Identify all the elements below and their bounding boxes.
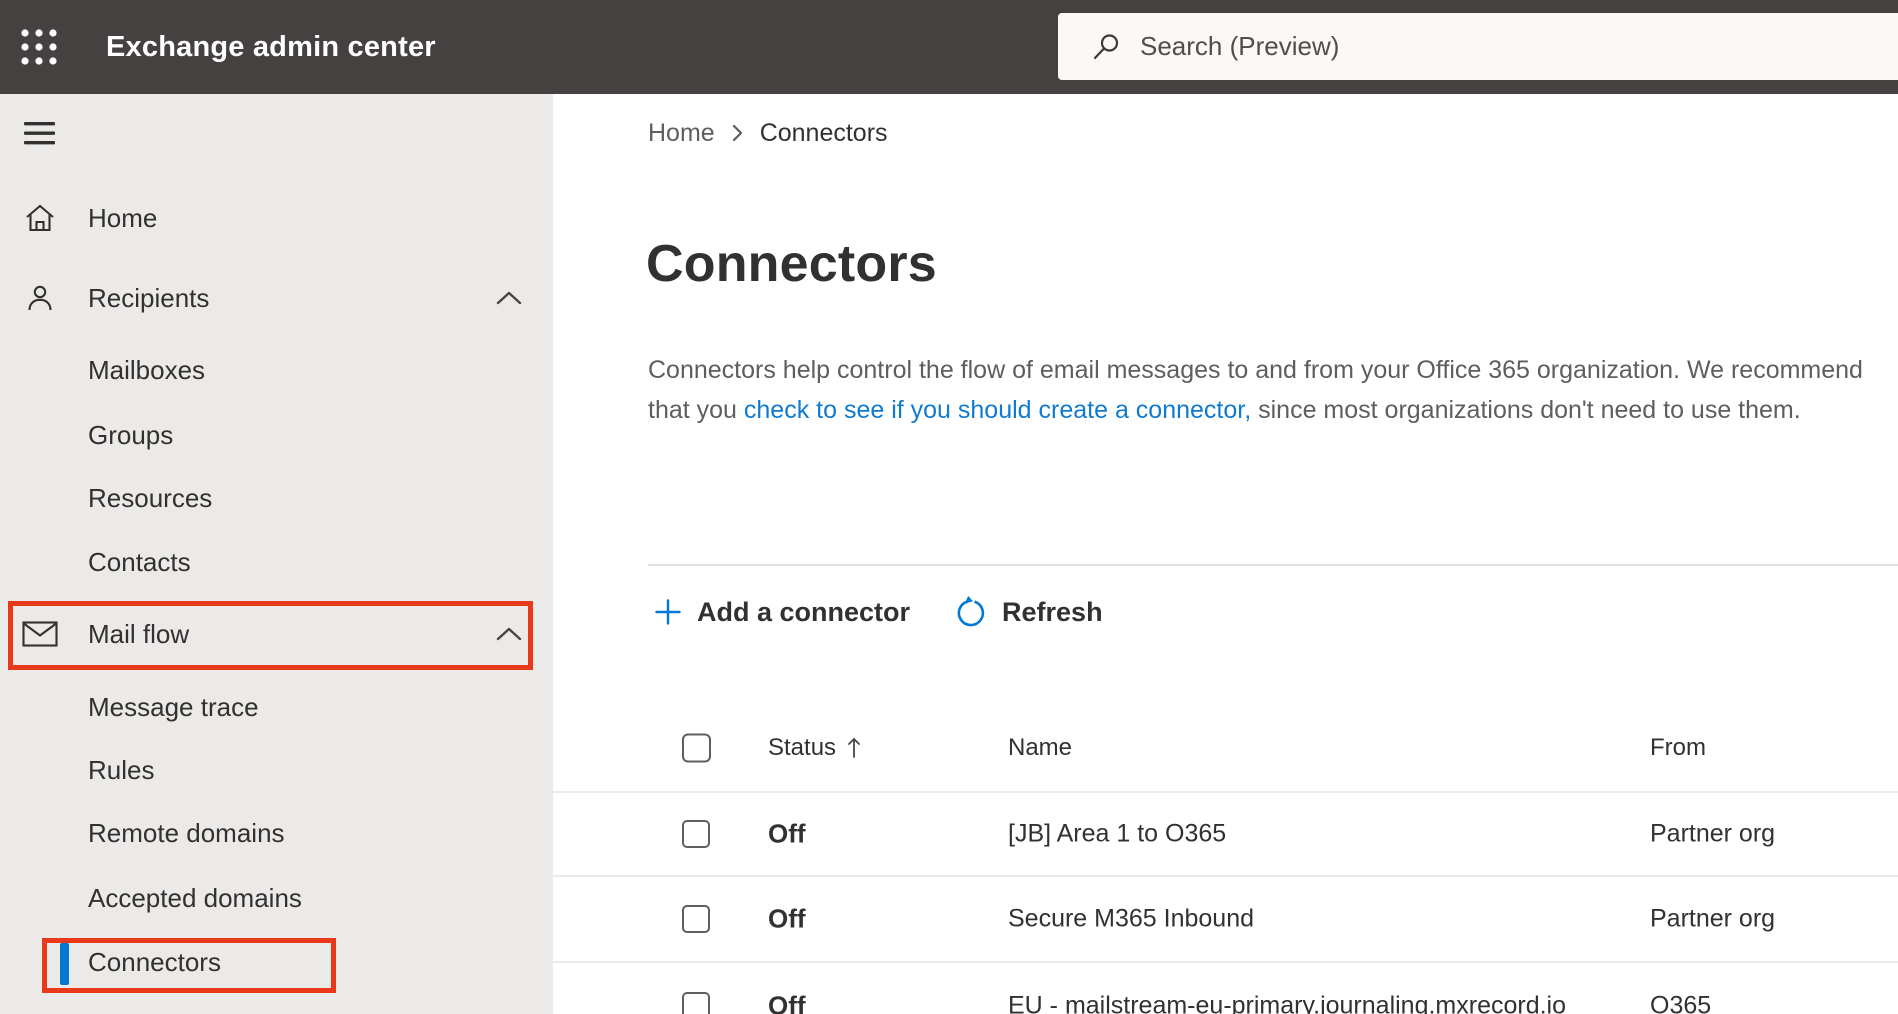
name-cell[interactable]: EU - mailstream-eu-primary.journaling.mx… [1008,992,1566,1014]
refresh-icon [954,595,988,629]
sidebar-item-label: Recipients [88,282,210,313]
chevron-right-icon [730,122,745,144]
sort-ascending-icon [846,735,862,761]
app-title: Exchange admin center [106,30,436,63]
toolbar: Add a connector Refresh [653,586,1103,638]
sidebar-item-label: Rules [88,754,155,785]
nav-collapse-button[interactable] [22,120,58,148]
table-row[interactable]: Off Secure M365 Inbound Partner org [553,877,1898,963]
select-all-checkbox[interactable] [682,733,711,762]
status-cell: Off [768,990,806,1014]
search-box[interactable]: Search (Preview) [1058,13,1898,80]
sidebar-item-remote-domains[interactable]: Remote domains [0,803,553,863]
table-header-row: Status Name From [553,704,1898,793]
breadcrumb-current: Connectors [759,118,888,147]
breadcrumb-home[interactable]: Home [648,119,715,148]
sidebar-item-groups[interactable]: Groups [0,405,553,465]
exchange-admin-center: Exchange admin center Search (Preview) H… [0,0,1898,1014]
sidebar-item-contacts[interactable]: Contacts [0,532,553,592]
sidebar-item-label: Accepted domains [88,882,302,913]
chevron-up-icon[interactable] [495,626,523,642]
sidebar-item-accepted-domains[interactable]: Accepted domains [0,868,553,928]
sidebar-item-label: Resources [88,482,213,513]
from-cell: Partner org [1650,904,1776,933]
breadcrumb: Home Connectors [648,115,888,151]
sidebar-item-home[interactable]: Home [0,188,553,248]
sidebar-item-label: Mailboxes [88,354,206,385]
sidebar-item-rules[interactable]: Rules [0,740,553,800]
sidebar-item-label: Contacts [88,546,191,577]
status-cell: Off [768,903,806,934]
sidebar-item-mailboxes[interactable]: Mailboxes [0,340,553,400]
selected-item-indicator [60,943,69,985]
app-launcher-button[interactable] [18,26,62,70]
plus-icon [653,597,683,627]
sidebar-item-label: Remote domains [88,817,285,848]
people-icon [22,282,58,314]
sidebar-item-recipients[interactable]: Recipients [0,268,553,328]
sidebar-item-connectors[interactable]: Connectors [0,932,553,992]
sidebar-item-resources[interactable]: Resources [0,468,553,528]
description-text: since most organizations don't need to u… [1251,396,1801,424]
sidebar: Home Recipients Mailboxes Groups Resourc… [0,94,553,1014]
row-checkbox[interactable] [682,820,710,848]
name-cell[interactable]: Secure M365 Inbound [1008,905,1254,934]
row-checkbox[interactable] [682,905,710,933]
sidebar-item-label: Home [88,202,158,233]
hamburger-icon [24,122,55,145]
refresh-label: Refresh [1002,596,1103,627]
column-header-name[interactable]: Name [1008,734,1072,762]
column-header-status[interactable]: Status [768,734,862,762]
add-connector-label: Add a connector [697,596,911,627]
from-cell: Partner org [1650,819,1776,848]
search-icon [1090,31,1122,63]
page-description: Connectors help control the flow of emai… [648,350,1878,430]
divider [648,564,1898,566]
add-connector-button[interactable]: Add a connector [653,597,910,628]
row-checkbox[interactable] [682,992,710,1014]
main-content: Home Connectors Connectors Connectors he… [553,94,1898,1014]
column-header-from[interactable]: From [1650,734,1706,762]
from-cell: O365 [1650,991,1712,1014]
refresh-button[interactable]: Refresh [954,595,1103,629]
mail-icon [22,620,58,648]
create-connector-link[interactable]: check to see if you should create a conn… [744,396,1251,424]
status-cell: Off [768,818,806,849]
sidebar-item-mail-flow[interactable]: Mail flow [0,604,553,664]
sidebar-item-label: Message trace [88,691,259,722]
sidebar-item-message-trace[interactable]: Message trace [0,677,553,737]
chevron-up-icon[interactable] [495,290,523,306]
table-row[interactable]: Off EU - mailstream-eu-primary.journalin… [553,963,1898,1014]
sidebar-item-label: Connectors [88,946,221,977]
name-cell[interactable]: [JB] Area 1 to O365 [1008,820,1226,849]
sidebar-item-label: Groups [88,419,174,450]
topbar: Exchange admin center Search (Preview) [0,0,1898,94]
table-row[interactable]: Off [JB] Area 1 to O365 Partner org [553,793,1898,877]
home-icon [22,202,58,234]
search-placeholder: Search (Preview) [1140,31,1340,61]
column-header-label: Status [768,733,837,761]
page-title: Connectors [646,235,937,293]
sidebar-item-label: Mail flow [88,618,190,649]
waffle-icon [21,29,57,65]
